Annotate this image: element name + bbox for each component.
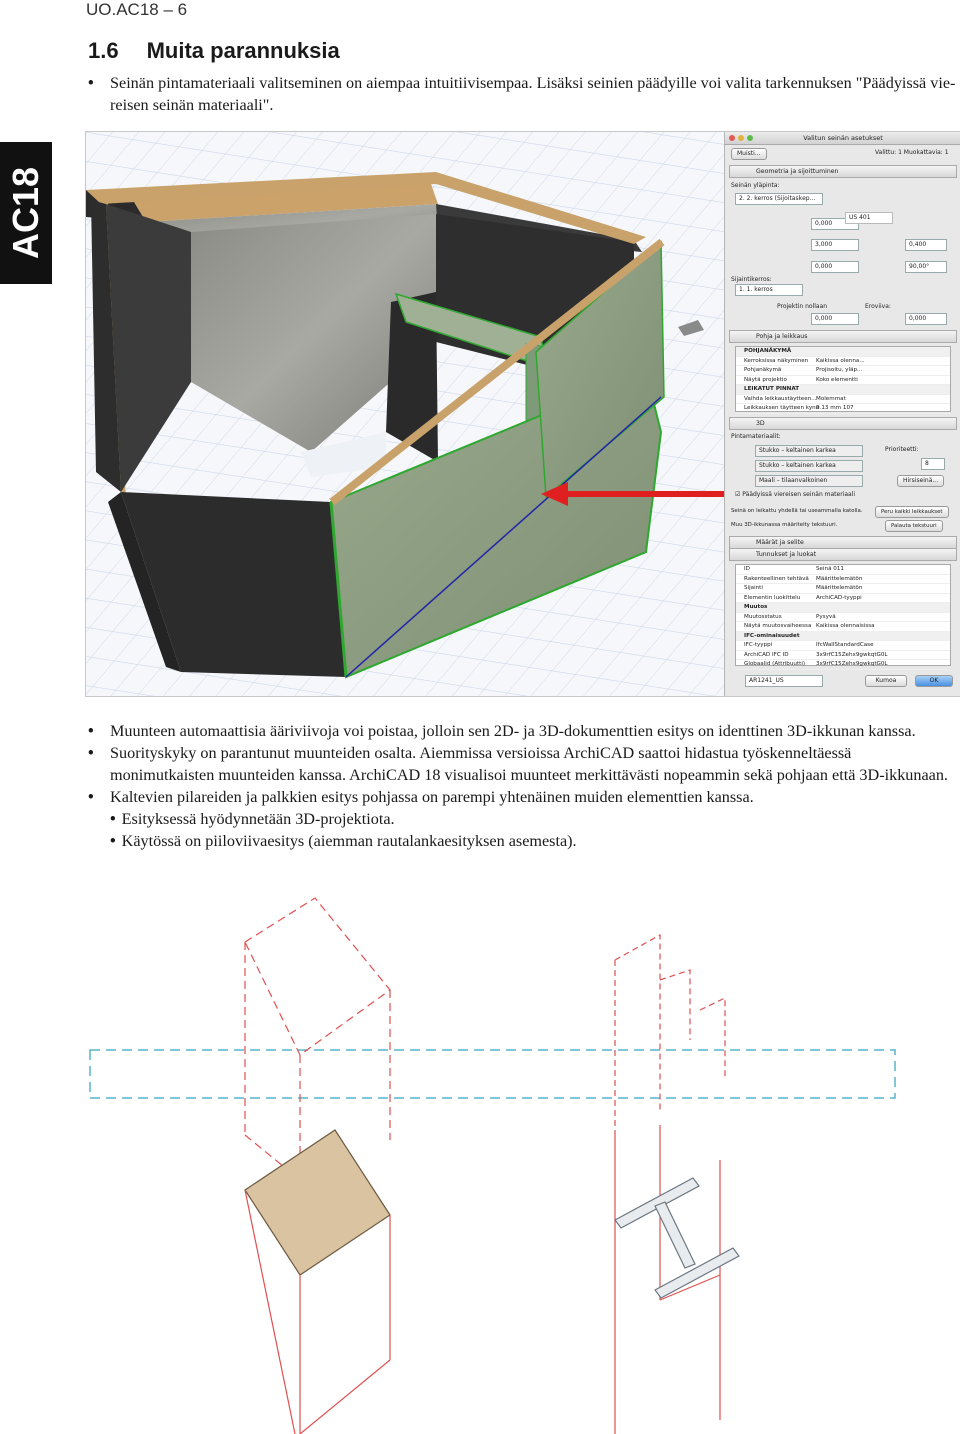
slanted-element-drawings xyxy=(89,897,896,1434)
top-link-select[interactable]: 2. 2. kerros (Sijoitaskер... xyxy=(735,193,823,205)
height-field[interactable]: 3,000 xyxy=(811,239,859,251)
list-item: Suorityskyky on parantunut muunteiden os… xyxy=(86,742,958,786)
surface-select-3[interactable]: Maali – tilaanvalkoinen xyxy=(755,475,863,487)
table-row[interactable]: ArchiCAD IFC ID 3x9rfC15Zehx9gwkqtG0L xyxy=(736,651,950,660)
list-item: Kaltevien pilareiden ja palkkien esitys … xyxy=(86,786,958,808)
steel-column-drawing xyxy=(614,933,740,1434)
dialog-titlebar: Valitun seinän asetukset xyxy=(725,132,960,145)
ok-button[interactable]: OK xyxy=(915,675,953,687)
feature-list: Muunteen automaattisia ääriviivoja voi p… xyxy=(86,720,958,852)
layer-select[interactable]: AR1241_US xyxy=(745,675,823,687)
list-item: Muunteen automaattisia ääriviivoja voi p… xyxy=(86,720,958,742)
angle-field[interactable]: 90,00° xyxy=(905,261,947,273)
priority-label: Prioriteetti: xyxy=(885,446,919,453)
archicad-screenshot: Valitun seinän asetukset Muisti... Valit… xyxy=(85,131,960,697)
table-row[interactable]: Globaalid (Attribuutti) 3x9rfC15Zehx9gwkq… xyxy=(736,660,950,670)
subitem-text: Käytössä on piiloviivaesitys (aiemman ra… xyxy=(121,832,577,850)
undo-cuts-button[interactable]: Peru kaikki leikkaukset xyxy=(875,506,949,518)
floorplan-table: POHJANÄKYMÄ Kerroksissa näkyminen Kaikiss… xyxy=(735,346,951,414)
floorplan-section-header[interactable]: Pohja ja leikkaus xyxy=(729,330,957,343)
composite-field[interactable]: US 401 xyxy=(845,212,893,224)
table-row[interactable]: Sijainti Määrittelemätön xyxy=(736,584,950,594)
end-surface-label: Päädyissä viereisen seinän materiaali xyxy=(742,491,856,498)
table-row[interactable]: IFC-tyyppi IfcWallStandardCase xyxy=(736,641,950,651)
home-story-select[interactable]: 1. 1. kerros xyxy=(735,284,803,296)
priority-field[interactable]: 8 xyxy=(921,458,945,470)
table-row[interactable]: Pohjanäkymä Projisoitu, yläp... xyxy=(736,366,950,376)
zoom-icon[interactable] xyxy=(747,135,753,141)
thickness-field[interactable]: 0,400 xyxy=(905,239,947,251)
tags-table: ID Seinä 011 Rakenteellinen tehtävä Määrit… xyxy=(735,564,951,670)
section-heading: 1.6 Muita parannuksia xyxy=(88,38,340,64)
intro-list: Seinän pintamateriaali valitseminen on a… xyxy=(86,72,958,116)
side-tab: AC18 xyxy=(0,142,52,284)
table-row[interactable]: ID Seinä 011 xyxy=(736,565,950,575)
base-offset-field[interactable]: 0,000 xyxy=(811,261,859,273)
favorites-button[interactable]: Muisti... xyxy=(731,148,767,160)
table-row[interactable]: Kerroksissa näkyminen Kaikissa olenna... xyxy=(736,357,950,366)
table-row[interactable]: POHJANÄKYMÄ xyxy=(736,347,950,357)
table-row[interactable]: Muutos xyxy=(736,603,950,613)
list-subitem: • Esityksessä hyödynnetään 3D-projektiota… xyxy=(110,810,395,828)
log-button[interactable]: Hirsiseinä... xyxy=(897,475,945,487)
offset-field[interactable]: 0,000 xyxy=(905,313,947,325)
3d-section-header[interactable]: 3D xyxy=(729,417,957,430)
table-row[interactable]: Näytä muutosvaiheessa Kaikissa olennaisis… xyxy=(736,622,950,632)
offset-right-label: Ero­viiva: xyxy=(865,303,891,310)
slanted-column-drawing xyxy=(89,897,896,1434)
project-zero-field[interactable]: 0,000 xyxy=(811,313,859,325)
minimize-icon[interactable] xyxy=(738,135,744,141)
page-header: UO.AC18 – 6 xyxy=(86,0,188,19)
table-row[interactable]: Leikkauksen täytteen kynä 0.13 mm 107 xyxy=(736,404,950,414)
reset-texture-button[interactable]: Palauta tekstuuri xyxy=(885,520,943,532)
end-surface-checkbox[interactable]: ☑ Päädyissä viereisen seinän materiaali xyxy=(735,490,955,500)
section-number: 1.6 xyxy=(88,38,119,63)
top-link-label: Seinän yläpinta: xyxy=(731,182,780,189)
table-row[interactable]: Rakenteellinen tehtävä Määrittelemätön xyxy=(736,575,950,584)
surface-select-2[interactable]: Stukko – keltainen karkea xyxy=(755,460,863,472)
side-tab-label: AC18 xyxy=(5,166,46,260)
table-row[interactable]: Muutosstatus Pysyvä xyxy=(736,613,950,622)
selection-info: Valittu: 1 Muokattavia: 1 xyxy=(875,149,949,156)
dashed-beam xyxy=(89,1049,896,1099)
table-row[interactable]: IFC-ominaisuudet xyxy=(736,631,950,641)
cancel-button[interactable]: Kumoa xyxy=(865,675,907,687)
tags-section-header[interactable]: Tunnukset ja luokat xyxy=(729,548,957,561)
list-subitem: • Käytössä on piiloviivaesitys (aiemman r… xyxy=(110,832,577,850)
subitem-text: Esityksessä hyödynnetään 3D-projektiota. xyxy=(121,810,395,828)
table-row[interactable]: Elementin luokittelu ArchiCAD-tyyppi xyxy=(736,594,950,603)
section-title: Muita parannuksia xyxy=(146,38,340,63)
wall-settings-dialog: Valitun seinän asetukset Muisti... Valit… xyxy=(724,132,960,696)
surface-select-1[interactable]: Stukko – keltainen karkea xyxy=(755,445,863,457)
geometry-section-header[interactable]: Geometria ja sijoittuminen xyxy=(729,165,957,178)
intro-bullet: Seinän pintamateriaali valitseminen on a… xyxy=(86,72,958,116)
column-section xyxy=(244,1129,391,1276)
table-row[interactable]: Vaihda leikkaustäytteen... Molemmat xyxy=(736,395,950,404)
3d-view xyxy=(86,132,724,696)
dialog-title: Valitun seinän asetukset xyxy=(803,134,883,142)
table-row[interactable]: LEIKATUT PINNAT xyxy=(736,385,950,395)
table-row[interactable]: Näytä projektio Koko elementti xyxy=(736,376,950,385)
surface-label: Pintamateriaalit: xyxy=(731,433,781,440)
close-icon[interactable] xyxy=(729,135,735,141)
